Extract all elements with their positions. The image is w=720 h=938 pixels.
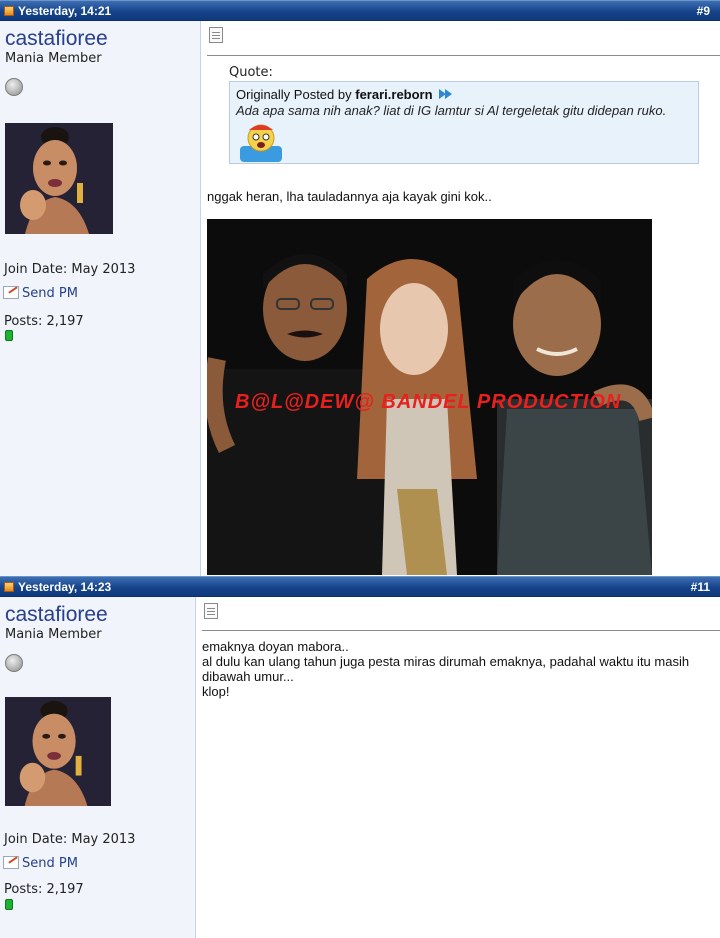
post-line: klop! — [202, 684, 230, 699]
post-status-icon — [4, 582, 14, 592]
quote-prefix: Originally Posted by — [236, 87, 352, 102]
scared-smiley-icon — [240, 124, 282, 162]
join-date: Join Date: May 2013 — [4, 832, 136, 847]
join-date: Join Date: May 2013 — [4, 262, 136, 277]
username-link[interactable]: castafioree — [5, 27, 108, 51]
user-info-panel: castafioree Mania Member Join Date: May … — [0, 21, 201, 576]
post-count: Posts: 2,197 — [4, 314, 84, 329]
post-9: Yesterday, 14:21 #9 castafioree Mania Me… — [0, 0, 720, 576]
post-body: nggak heran, lha tauladannya aja kayak g… — [207, 189, 492, 204]
user-info-panel: castafioree Mania Member Join Date: May … — [0, 597, 196, 938]
reputation-icon — [5, 330, 13, 341]
quote-box: Originally Posted by ferari.reborn Ada a… — [229, 81, 699, 164]
post-date: Yesterday, 14:21 — [18, 4, 112, 18]
post-line: emaknya doyan mabora.. — [202, 639, 349, 654]
quote-label: Quote: — [229, 65, 273, 80]
post-doc-icon — [204, 603, 218, 619]
send-pm-label: Send PM — [22, 286, 78, 301]
post-number-link[interactable]: #9 — [697, 4, 710, 18]
username-link[interactable]: castafioree — [5, 603, 108, 627]
separator — [202, 630, 720, 631]
reputation-icon — [5, 899, 13, 910]
separator — [207, 55, 720, 56]
image-watermark: B@L@DEW@ BANDEL PRODUCTION — [235, 391, 622, 413]
post-status-icon — [4, 6, 14, 16]
post-date: Yesterday, 14:23 — [18, 580, 112, 594]
post-line: dibawah umur... — [202, 669, 294, 684]
post-doc-icon — [209, 27, 223, 43]
post-11: Yesterday, 14:23 #11 castafioree Mania M… — [0, 576, 720, 938]
post-count: Posts: 2,197 — [4, 882, 84, 897]
quote-text: Ada apa sama nih anak? liat di IG lamtur… — [236, 103, 667, 118]
send-pm-icon — [3, 286, 19, 299]
avatar-image — [5, 697, 111, 806]
send-pm-label: Send PM — [22, 856, 78, 871]
send-pm-link[interactable]: Send PM — [3, 286, 78, 301]
avatar[interactable] — [5, 123, 113, 234]
avatar-image — [5, 123, 113, 234]
user-title: Mania Member — [5, 51, 102, 66]
quote-attribution: Originally Posted by ferari.reborn — [236, 87, 453, 102]
send-pm-icon — [3, 856, 19, 869]
post-body: emaknya doyan mabora.. al dulu kan ulang… — [202, 639, 714, 699]
user-title: Mania Member — [5, 627, 102, 642]
view-post-arrow-icon[interactable] — [439, 89, 453, 100]
post-content: Quote: Originally Posted by ferari.rebor… — [201, 21, 720, 576]
offline-status-icon — [5, 78, 23, 96]
offline-status-icon — [5, 654, 23, 672]
post-header: Yesterday, 14:23 #11 — [0, 576, 720, 597]
quote-author: ferari.reborn — [355, 87, 433, 102]
post-header: Yesterday, 14:21 #9 — [0, 0, 720, 21]
avatar[interactable] — [5, 697, 111, 806]
post-image[interactable]: B@L@DEW@ BANDEL PRODUCTION — [207, 219, 652, 575]
post-content: emaknya doyan mabora.. al dulu kan ulang… — [196, 597, 720, 938]
send-pm-link[interactable]: Send PM — [3, 856, 78, 871]
post-line: al dulu kan ulang tahun juga pesta miras… — [202, 654, 690, 669]
post-number-link[interactable]: #11 — [691, 580, 710, 594]
